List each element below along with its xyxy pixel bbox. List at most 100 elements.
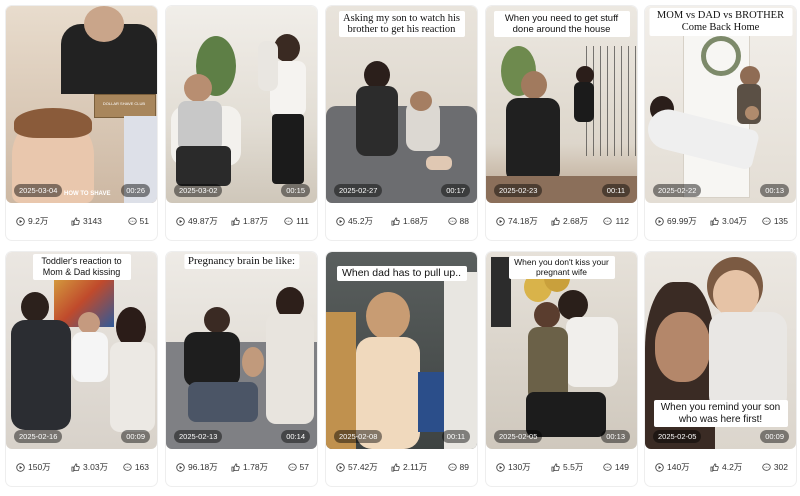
publish-date: 2025-02-13	[174, 430, 223, 443]
video-duration: 00:09	[760, 430, 789, 443]
thumbs-up-icon	[231, 462, 240, 472]
publish-date: 2025-02-27	[334, 184, 383, 197]
play-circle-icon	[496, 462, 505, 472]
publish-date: 2025-03-04	[14, 184, 63, 197]
thumbs-up-icon	[231, 216, 240, 226]
overlay-text: HOW TO SHAVE	[64, 191, 111, 197]
thumbs-up-icon	[391, 462, 400, 472]
video-thumbnail[interactable]: 2025-03-02 00:15	[166, 6, 317, 203]
like-count: 5.5万	[551, 461, 583, 473]
video-thumbnail[interactable]: When dad has to pull up.. 2025-02-08 00:…	[326, 252, 477, 449]
publish-date: 2025-02-05	[494, 430, 543, 443]
video-caption: MOM vs DAD vs BROTHER Come Back Home	[649, 8, 792, 36]
thumbs-up-icon	[71, 462, 80, 472]
video-card[interactable]: DOLLAR SHAVE CLUB HOW TO SHAVE 2025-03-0…	[6, 6, 157, 240]
publish-date: 2025-02-22	[653, 184, 702, 197]
video-caption: Toddler's reaction to Mom & Dad kissing	[32, 254, 131, 280]
video-card[interactable]: Toddler's reaction to Mom & Dad kissing …	[6, 252, 157, 486]
video-thumbnail[interactable]: Pregnancy brain be like: 2025-02-13 00:1…	[166, 252, 317, 449]
comment-count: 88	[447, 216, 469, 226]
play-count: 69.99万	[655, 215, 697, 227]
video-duration: 00:15	[281, 184, 310, 197]
video-stats: 9.2万 3143 51	[6, 213, 157, 229]
like-count: 2.68万	[551, 215, 588, 227]
video-thumbnail[interactable]: When you don't kiss your pregnant wife 2…	[486, 252, 637, 449]
video-duration: 00:13	[760, 184, 789, 197]
video-thumbnail[interactable]: Toddler's reaction to Mom & Dad kissing …	[6, 252, 157, 449]
thumbs-up-icon	[551, 462, 560, 472]
video-caption: Asking my son to watch his brother to ge…	[338, 11, 465, 37]
video-stats: 140万 4.2万 302	[645, 459, 796, 475]
comment-icon	[603, 216, 613, 225]
video-card[interactable]: Pregnancy brain be like: 2025-02-13 00:1…	[166, 252, 317, 486]
publish-date: 2025-02-16	[14, 430, 63, 443]
video-duration: 00:13	[601, 430, 630, 443]
like-count: 3.04万	[710, 215, 747, 227]
like-count: 3.03万	[71, 461, 108, 473]
video-card[interactable]: When you need to get stuff done around t…	[486, 6, 637, 240]
comment-icon	[287, 462, 297, 471]
video-caption: When you remind your son who was here fi…	[653, 400, 788, 427]
video-duration: 00:11	[441, 430, 470, 443]
comment-count: 149	[603, 462, 629, 472]
video-caption: When you don't kiss your pregnant wife	[508, 256, 615, 279]
video-thumbnail[interactable]: MOM vs DAD vs BROTHER Come Back Home 202…	[645, 6, 796, 203]
play-count: 150万	[16, 461, 51, 473]
video-thumbnail[interactable]: When you remind your son who was here fi…	[645, 252, 796, 449]
comment-icon	[603, 462, 612, 471]
play-circle-icon	[655, 462, 664, 472]
play-circle-icon	[336, 216, 345, 226]
play-circle-icon	[16, 216, 25, 226]
play-circle-icon	[176, 462, 185, 472]
box-label: DOLLAR SHAVE CLUB	[102, 101, 146, 106]
video-stats: 49.87万 1.87万 111	[166, 213, 317, 229]
publish-date: 2025-02-08	[334, 430, 383, 443]
play-count: 9.2万	[16, 215, 48, 227]
like-count: 4.2万	[710, 461, 742, 473]
play-circle-icon	[176, 216, 185, 226]
play-count: 74.18万	[496, 215, 538, 227]
video-caption: When you need to get stuff done around t…	[493, 11, 630, 37]
video-card[interactable]: Asking my son to watch his brother to ge…	[326, 6, 477, 240]
video-stats: 74.18万 2.68万 112	[486, 213, 637, 229]
video-thumbnail[interactable]: Asking my son to watch his brother to ge…	[326, 6, 477, 203]
video-duration: 00:26	[121, 184, 150, 197]
video-thumbnail[interactable]: DOLLAR SHAVE CLUB HOW TO SHAVE 2025-03-0…	[6, 6, 157, 203]
video-card[interactable]: When dad has to pull up.. 2025-02-08 00:…	[326, 252, 477, 486]
video-duration: 00:09	[121, 430, 150, 443]
video-card[interactable]: When you don't kiss your pregnant wife 2…	[486, 252, 637, 486]
comment-icon	[284, 216, 293, 225]
video-duration: 00:17	[441, 184, 470, 197]
like-count: 3143	[71, 216, 102, 226]
video-stats: 130万 5.5万 149	[486, 459, 637, 475]
video-card[interactable]: MOM vs DAD vs BROTHER Come Back Home 202…	[645, 6, 796, 240]
video-stats: 150万 3.03万 163	[6, 459, 157, 475]
video-stats: 57.42万 2.11万 89	[326, 459, 477, 475]
play-count: 49.87万	[176, 215, 218, 227]
video-thumbnail[interactable]: When you need to get stuff done around t…	[486, 6, 637, 203]
play-circle-icon	[16, 462, 25, 472]
comment-icon	[447, 216, 457, 225]
thumbs-up-icon	[391, 216, 400, 226]
play-count: 45.2万	[336, 215, 373, 227]
video-stats: 69.99万 3.04万 135	[645, 213, 796, 229]
play-count: 140万	[655, 461, 690, 473]
like-count: 1.87万	[231, 215, 268, 227]
comment-count: 89	[447, 462, 469, 472]
like-count: 1.78万	[231, 461, 268, 473]
video-card[interactable]: 2025-03-02 00:15 49.87万 1.87万 111	[166, 6, 317, 240]
play-circle-icon	[655, 216, 664, 226]
comment-count: 112	[603, 216, 629, 226]
thumbs-up-icon	[71, 216, 80, 226]
comment-count: 163	[123, 462, 149, 472]
video-grid: DOLLAR SHAVE CLUB HOW TO SHAVE 2025-03-0…	[0, 0, 800, 496]
video-card[interactable]: When you remind your son who was here fi…	[645, 252, 796, 486]
comment-count: 51	[127, 216, 149, 226]
publish-date: 2025-02-23	[494, 184, 543, 197]
comment-count: 302	[762, 462, 788, 472]
play-count: 130万	[496, 461, 531, 473]
thumbs-up-icon	[551, 216, 560, 226]
comment-count: 135	[762, 216, 788, 226]
comment-count: 57	[287, 462, 309, 472]
comment-icon	[127, 216, 137, 225]
